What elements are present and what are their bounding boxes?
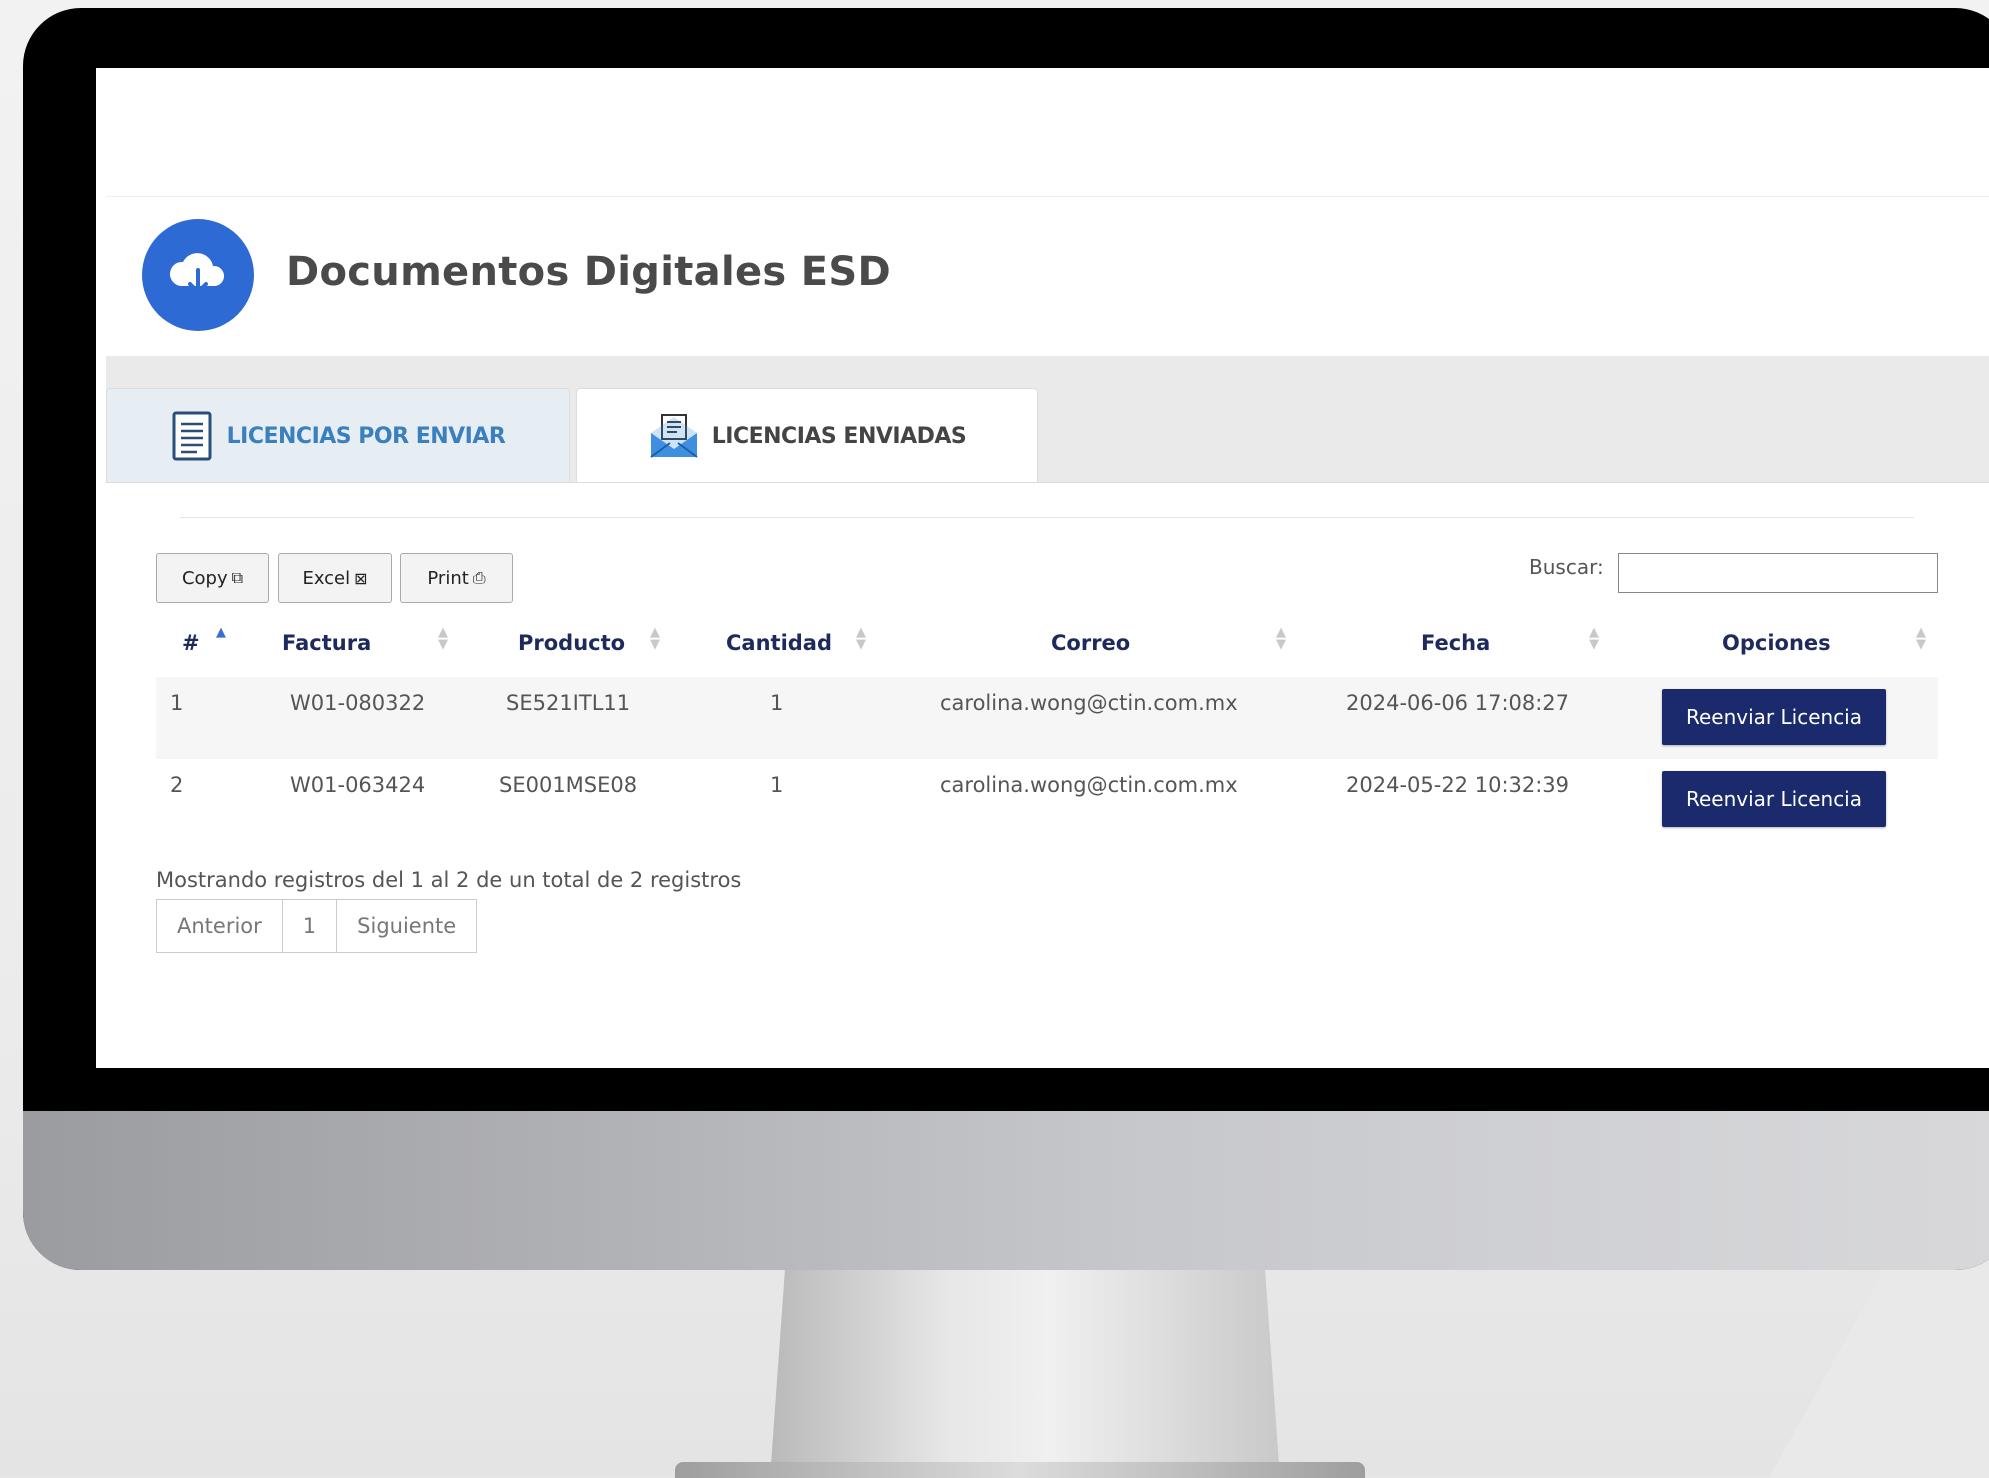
cell-cantidad: 1 (770, 773, 784, 797)
column-header-producto[interactable]: Producto (518, 631, 625, 655)
resend-license-button[interactable]: Reenviar Licencia (1662, 689, 1886, 745)
cell-correo: carolina.wong@ctin.com.mx (940, 773, 1238, 797)
column-header-factura[interactable]: Factura (282, 631, 371, 655)
sort-icon[interactable]: ▲ ▼ (1589, 626, 1599, 651)
cell-correo: carolina.wong@ctin.com.mx (940, 691, 1238, 715)
table-row: 1 W01-080322 SE521ITL11 1 carolina.wong@… (156, 677, 1938, 759)
cell-factura: W01-063424 (290, 773, 426, 797)
tab-label: LICENCIAS POR ENVIAR (226, 423, 506, 449)
pagination-next[interactable]: Siguiente (337, 900, 476, 952)
column-header-correo[interactable]: Correo (1051, 631, 1130, 655)
cell-fecha: 2024-06-06 17:08:27 (1346, 691, 1570, 715)
cell-cantidad: 1 (770, 691, 784, 715)
copy-label: Copy (181, 567, 228, 589)
sort-icon[interactable]: ▲ ▼ (650, 626, 660, 651)
cell-num: 2 (170, 773, 184, 797)
pagination-page-1[interactable]: 1 (283, 900, 338, 952)
column-header-cantidad[interactable]: Cantidad (726, 631, 832, 655)
cell-num: 1 (170, 691, 184, 715)
page-title: Documentos Digitales ESD (286, 249, 891, 295)
open-envelope-icon (648, 411, 700, 461)
table-row: 2 W01-063424 SE001MSE08 1 carolina.wong@… (156, 759, 1938, 841)
sort-icon[interactable]: ▲ ▼ (856, 626, 866, 651)
screen: Documentos Digitales ESD LICENCIAS POR E… (96, 68, 1989, 1068)
cell-fecha: 2024-05-22 10:32:39 (1346, 773, 1570, 797)
excel-file-icon: ⊠ (354, 568, 368, 588)
column-header-num[interactable]: # (182, 631, 200, 655)
cell-producto: SE001MSE08 (499, 773, 638, 797)
search-label: Buscar: (1529, 555, 1604, 579)
divider (180, 517, 1914, 518)
monitor-stand-base (675, 1462, 1365, 1478)
search-input[interactable] (1618, 553, 1938, 593)
tab-label: LICENCIAS ENVIADAS (711, 423, 967, 449)
table-header: # ▲▼ Factura ▲▼ Producto ▲▼ Cantidad ▲▼ … (156, 613, 1938, 673)
column-header-opciones[interactable]: Opciones (1722, 631, 1831, 655)
column-header-fecha[interactable]: Fecha (1421, 631, 1490, 655)
monitor-stand (770, 1265, 1280, 1478)
monitor-chin (23, 1111, 1989, 1270)
printer-icon: ⎙ (472, 568, 486, 587)
sort-asc-icon[interactable]: ▲▼ (216, 626, 226, 651)
cell-producto: SE521ITL11 (506, 691, 631, 715)
tab-licencias-por-enviar[interactable]: LICENCIAS POR ENVIAR (106, 388, 570, 483)
copy-button[interactable]: Copy ⧉ (156, 553, 269, 603)
table-info: Mostrando registros del 1 al 2 de un tot… (156, 868, 742, 892)
sort-icon[interactable]: ▲ ▼ (1916, 626, 1926, 651)
excel-label: Excel (302, 567, 351, 589)
copy-icon: ⧉ (231, 568, 244, 587)
excel-button[interactable]: Excel ⊠ (278, 553, 392, 603)
cloud-download-icon (142, 219, 254, 331)
app-header: Documentos Digitales ESD (106, 196, 1989, 357)
print-button[interactable]: Print ⎙ (400, 553, 513, 603)
tabs-region: LICENCIAS POR ENVIAR LICENCIAS ENVIADAS (106, 356, 1989, 953)
document-icon (171, 410, 215, 462)
pagination-previous[interactable]: Anterior (157, 900, 283, 952)
resend-license-button[interactable]: Reenviar Licencia (1662, 771, 1886, 827)
sort-icon[interactable]: ▲ ▼ (1276, 626, 1286, 651)
print-label: Print (427, 567, 469, 589)
cell-factura: W01-080322 (290, 691, 426, 715)
sort-icon[interactable]: ▲ ▼ (438, 626, 448, 651)
monitor-frame: Documentos Digitales ESD LICENCIAS POR E… (23, 8, 1989, 1270)
tab-licencias-enviadas[interactable]: LICENCIAS ENVIADAS (576, 388, 1038, 483)
content-panel: Copy ⧉ Excel ⊠ Print ⎙ Buscar: # ▲▼ (106, 482, 1989, 953)
pagination: Anterior 1 Siguiente (156, 899, 478, 953)
